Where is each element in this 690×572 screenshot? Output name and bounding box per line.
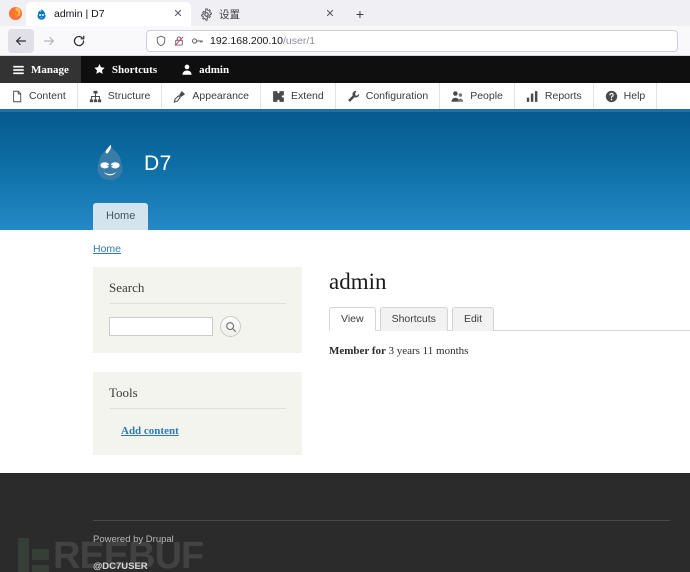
site-header: D7 Home	[0, 112, 690, 230]
search-input[interactable]	[109, 317, 213, 336]
file-icon	[13, 90, 22, 102]
drupal-druplicon-logo	[97, 144, 123, 180]
tray-item-help[interactable]: Help	[594, 83, 658, 109]
tab-close-icon[interactable]: ✕	[323, 7, 337, 21]
tools-link-add-content[interactable]: Add content	[121, 425, 179, 437]
tray-item-label: Structure	[107, 90, 151, 102]
url-host: 192.168.200.10	[210, 34, 283, 47]
hamburger-icon	[13, 65, 24, 74]
tray-item-people[interactable]: People	[440, 83, 515, 109]
main-menu-item-home[interactable]: Home	[93, 203, 149, 230]
toolbar-item-admin-user[interactable]: admin	[169, 56, 241, 83]
toolbar-item-label: Manage	[31, 63, 69, 76]
tray-item-label: Content	[29, 90, 66, 102]
tray-item-reports[interactable]: Reports	[515, 83, 594, 109]
page-columns: Search Tools Add content admin View Shor…	[0, 267, 690, 474]
browser-tab-active[interactable]: admin | D7 ✕	[26, 2, 191, 26]
page-body: Home Search Tools Add content admin View…	[0, 230, 690, 473]
wrench-icon	[347, 90, 359, 102]
content-tabs: View Shortcuts Edit	[329, 306, 690, 331]
tray-item-label: Reports	[544, 90, 582, 102]
main-menu: Home	[93, 203, 149, 230]
tray-item-extend[interactable]: Extend	[261, 83, 336, 109]
forward-button[interactable]	[36, 29, 62, 53]
search-block: Search	[93, 267, 302, 353]
new-tab-button[interactable]: +	[349, 3, 371, 25]
question-mark-icon	[605, 90, 617, 102]
tray-item-configuration[interactable]: Configuration	[336, 83, 441, 109]
site-branding[interactable]: D7	[0, 112, 690, 186]
tab-edit[interactable]: Edit	[451, 307, 495, 331]
toolbar-item-label: admin	[199, 63, 230, 76]
search-submit-button[interactable]	[220, 316, 241, 337]
tab-shortcuts[interactable]: Shortcuts	[379, 307, 448, 331]
people-icon	[451, 90, 464, 102]
person-icon	[182, 64, 192, 75]
toolbar-item-manage[interactable]: Manage	[0, 56, 81, 83]
tray-item-label: Appearance	[192, 90, 250, 102]
tools-block-title: Tools	[109, 385, 286, 409]
firefox-logo-icon	[4, 0, 26, 26]
tray-item-label: Help	[623, 90, 646, 102]
member-for-label: Member for	[329, 345, 389, 357]
tab-title: 设置	[219, 8, 240, 21]
member-for-row: Member for 3 years 11 months	[329, 345, 690, 357]
bar-chart-icon	[526, 90, 538, 102]
reload-button[interactable]	[66, 29, 92, 53]
breadcrumb-item-home[interactable]: Home	[93, 243, 121, 255]
browser-chrome: admin | D7 ✕ 设置 ✕ + 192.168.200.10/user/…	[0, 0, 690, 56]
site-footer: REEBUF Powered by Drupal @DC7USER	[0, 473, 690, 572]
sitemap-icon	[89, 90, 101, 102]
drupal-admin-toolbar: Manage Shortcuts admin	[0, 56, 690, 83]
drupal-admin-tray: Content Structure Appearance Extend Conf…	[0, 83, 690, 112]
sidebar: Search Tools Add content	[93, 267, 302, 474]
watermark-bars-icon	[18, 537, 49, 572]
paintbrush-icon	[173, 90, 186, 103]
url-text: 192.168.200.10/user/1	[210, 35, 315, 47]
tray-item-content[interactable]: Content	[0, 83, 78, 109]
insecure-lock-icon[interactable]	[173, 35, 185, 47]
shield-icon[interactable]	[155, 35, 167, 47]
site-name: D7	[144, 152, 172, 175]
search-block-title: Search	[109, 280, 286, 304]
tray-filler	[657, 83, 690, 109]
member-for-value: 3 years 11 months	[388, 345, 469, 357]
tray-item-appearance[interactable]: Appearance	[162, 83, 262, 109]
browser-tabstrip: admin | D7 ✕ 设置 ✕ +	[0, 0, 690, 26]
tools-list: Add content	[109, 421, 286, 439]
tray-item-label: People	[470, 90, 503, 102]
page-title: admin	[329, 269, 387, 294]
tools-block: Tools Add content	[93, 372, 302, 455]
gear-icon	[201, 7, 212, 21]
powered-by-text: Powered by Drupal	[93, 534, 174, 545]
tab-close-icon[interactable]: ✕	[171, 7, 185, 21]
tab-title: admin | D7	[54, 8, 105, 20]
puzzle-icon	[273, 90, 284, 102]
star-icon	[94, 64, 105, 74]
url-path: /user/1	[283, 34, 316, 47]
browser-tab-settings[interactable]: 设置 ✕	[191, 2, 343, 26]
browser-navbar: 192.168.200.10/user/1	[0, 26, 690, 56]
main-content: admin View Shortcuts Edit Member for 3 y…	[302, 267, 690, 474]
breadcrumb: Home	[0, 230, 690, 255]
key-icon[interactable]	[191, 35, 204, 47]
back-button[interactable]	[8, 28, 34, 53]
footer-divider	[93, 520, 670, 521]
tab-view[interactable]: View	[329, 307, 376, 331]
tray-item-structure[interactable]: Structure	[78, 83, 163, 109]
tray-item-label: Extend	[291, 90, 324, 102]
drupal-droplet-icon	[37, 8, 46, 20]
toolbar-item-shortcuts[interactable]: Shortcuts	[81, 56, 169, 83]
magnifier-icon	[225, 321, 236, 332]
footer-user-handle: @DC7USER	[93, 561, 148, 572]
toolbar-item-label: Shortcuts	[111, 63, 158, 76]
search-form	[109, 316, 286, 337]
tray-item-label: Configuration	[365, 90, 429, 102]
url-bar[interactable]: 192.168.200.10/user/1	[146, 29, 678, 52]
